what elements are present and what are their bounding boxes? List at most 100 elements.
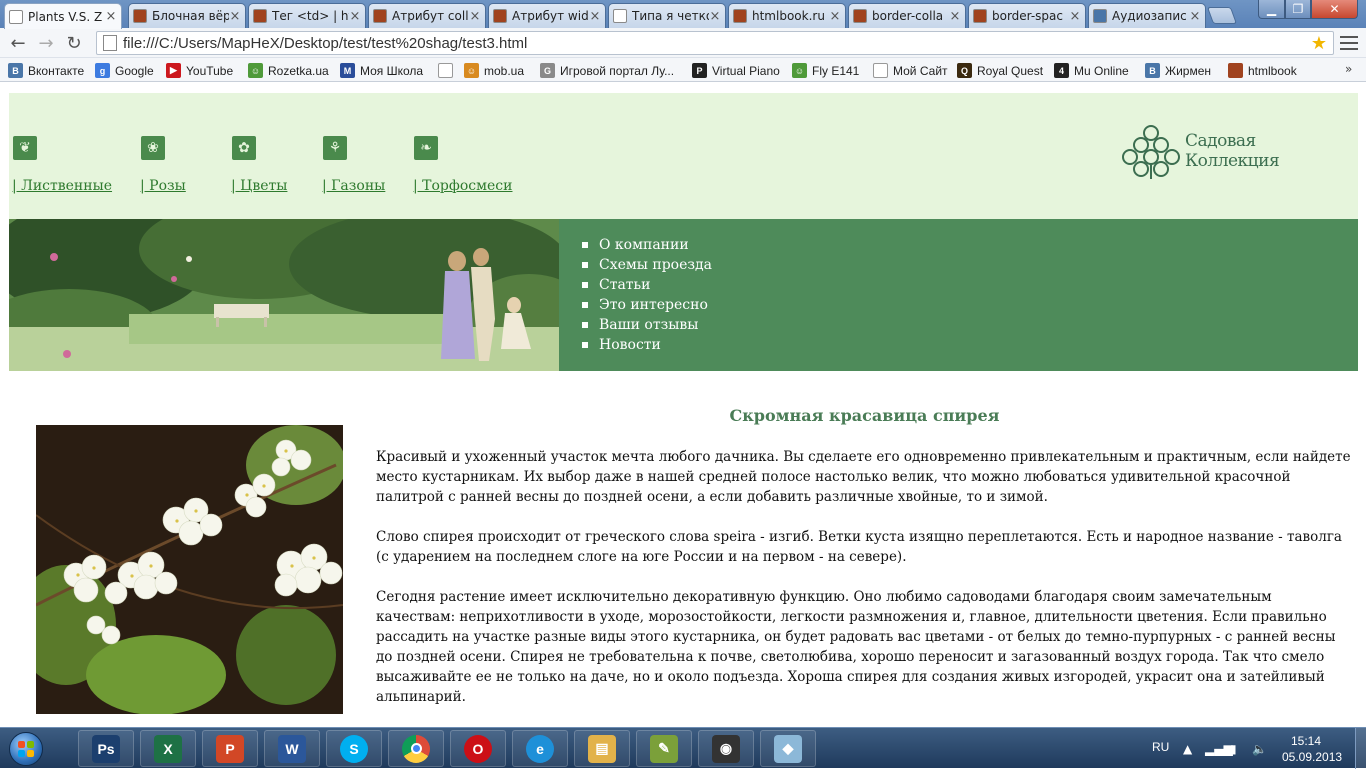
bookmark-item[interactable]: ☺ mob.ua bbox=[464, 62, 524, 79]
browser-tab[interactable]: Блочная вёр × bbox=[128, 3, 246, 28]
taskbar-button-excel[interactable]: X bbox=[140, 730, 196, 767]
taskbar-button-skype[interactable]: S bbox=[326, 730, 382, 767]
start-button[interactable] bbox=[3, 729, 49, 768]
category-item[interactable]: ✿ | Цветы bbox=[231, 136, 287, 194]
window-minimize-button[interactable]: ▁ bbox=[1258, 0, 1285, 19]
browser-tab[interactable]: Plants V.S. Z × bbox=[4, 3, 122, 29]
back-button[interactable]: ← bbox=[8, 33, 28, 54]
tab-title: Атрибут wid bbox=[512, 9, 589, 23]
category-item[interactable]: ❀ | Розы bbox=[140, 136, 186, 194]
taskbar-button-chrome[interactable] bbox=[388, 730, 444, 767]
bookmark-item[interactable]: B Жирмен bbox=[1145, 62, 1211, 79]
bookmark-item[interactable]: G Игровой портал Лу... bbox=[540, 62, 674, 79]
volume-icon[interactable]: 🔈 bbox=[1252, 742, 1267, 756]
system-clock[interactable]: 15:14 05.09.2013 bbox=[1282, 733, 1343, 765]
taskbar-button-app-unknown[interactable]: ◆ bbox=[760, 730, 816, 767]
category-link[interactable]: | Розы bbox=[140, 178, 186, 194]
bookmark-item[interactable]: 4 Mu Online bbox=[1054, 62, 1129, 79]
tab-title: htmlbook.ru bbox=[752, 9, 825, 23]
bookmark-star-icon[interactable]: ★ bbox=[1311, 33, 1327, 54]
bookmark-item[interactable]: g Google bbox=[95, 62, 154, 79]
browser-tab[interactable]: border-spac × bbox=[968, 3, 1086, 28]
bookmark-item[interactable] bbox=[438, 62, 458, 79]
tab-favicon-icon bbox=[253, 9, 267, 23]
tab-close-icon[interactable]: × bbox=[589, 9, 601, 24]
taskbar-button-camera-app[interactable]: ◉ bbox=[698, 730, 754, 767]
taskbar-button-powerpoint[interactable]: P bbox=[202, 730, 258, 767]
network-icon[interactable]: ▂▄▆ bbox=[1205, 742, 1233, 756]
power-icon[interactable]: ▮ bbox=[1230, 742, 1237, 756]
taskbar-button-internet-explorer[interactable]: e bbox=[512, 730, 568, 767]
tab-close-icon[interactable]: × bbox=[949, 9, 961, 24]
muonline-icon: 4 bbox=[1054, 63, 1069, 78]
menu-item[interactable]: О компании bbox=[581, 235, 712, 255]
clock-date: 05.09.2013 bbox=[1282, 750, 1343, 764]
menu-item[interactable]: Статьи bbox=[581, 275, 712, 295]
browser-tab[interactable]: Тег <td> | ht × bbox=[248, 3, 366, 28]
bookmark-item[interactable]: ☺ Rozetka.ua bbox=[248, 62, 329, 79]
forward-button[interactable]: → bbox=[36, 33, 56, 54]
browser-tab[interactable]: Типа я четко × bbox=[608, 3, 726, 28]
bookmark-item[interactable]: M Моя Школа bbox=[340, 62, 423, 79]
tab-close-icon[interactable]: × bbox=[829, 9, 841, 24]
tab-close-icon[interactable]: × bbox=[469, 9, 481, 24]
tab-favicon-icon bbox=[133, 9, 147, 23]
skype-icon: S bbox=[340, 734, 368, 763]
explorer-icon: ▤ bbox=[588, 734, 616, 763]
bookmarks-overflow-button[interactable]: » bbox=[1345, 62, 1352, 76]
bookmark-item[interactable]: Q Royal Quest bbox=[957, 62, 1043, 79]
category-link[interactable]: | Цветы bbox=[231, 178, 287, 194]
category-link[interactable]: | Лиственные bbox=[12, 178, 112, 194]
taskbar-button-notepad-plus[interactable]: ✎ bbox=[636, 730, 692, 767]
category-item[interactable]: ❦ | Лиственные bbox=[12, 136, 112, 194]
bookmark-item[interactable]: B Вконтакте bbox=[8, 62, 84, 79]
menu-item[interactable]: Ваши отзывы bbox=[581, 315, 712, 335]
bookmark-item[interactable]: P Virtual Piano bbox=[692, 62, 780, 79]
menu-item[interactable]: Схемы проезда bbox=[581, 255, 712, 275]
tab-close-icon[interactable]: × bbox=[229, 9, 241, 24]
tray-expand-icon[interactable]: ▲ bbox=[1183, 742, 1192, 756]
royalquest-icon: Q bbox=[957, 63, 972, 78]
taskbar-button-opera[interactable]: O bbox=[450, 730, 506, 767]
menu-icon[interactable] bbox=[1340, 34, 1358, 52]
taskbar-button-explorer[interactable]: ▤ bbox=[574, 730, 630, 767]
menu-item[interactable]: Новости bbox=[581, 335, 712, 355]
menu-item[interactable]: Это интересно bbox=[581, 295, 712, 315]
reload-button[interactable]: ↻ bbox=[64, 33, 84, 54]
language-indicator[interactable]: RU bbox=[1152, 740, 1169, 754]
browser-tab[interactable]: Аудиозапис × bbox=[1088, 3, 1206, 28]
tab-close-icon[interactable]: × bbox=[105, 9, 117, 24]
window-close-button[interactable]: ✕ bbox=[1311, 0, 1358, 19]
taskbar-button-word[interactable]: W bbox=[264, 730, 320, 767]
leaf-branch-icon[interactable]: ❦ bbox=[13, 136, 37, 160]
category-item[interactable]: ⚘ | Газоны bbox=[322, 136, 385, 194]
bookmark-item[interactable]: htmlbook bbox=[1228, 62, 1297, 79]
tab-close-icon[interactable]: × bbox=[709, 9, 721, 24]
category-link[interactable]: | Газоны bbox=[322, 178, 385, 194]
tab-title: border-spac bbox=[992, 9, 1063, 23]
category-link[interactable]: | Торфосмеси bbox=[413, 178, 512, 194]
peat-icon[interactable]: ❧ bbox=[414, 136, 438, 160]
lawn-icon[interactable]: ⚘ bbox=[323, 136, 347, 160]
window-maximize-button[interactable]: ❐ bbox=[1285, 0, 1311, 19]
category-item[interactable]: ❧ | Торфосмеси bbox=[413, 136, 512, 194]
site-logo[interactable]: Садовая Коллекция bbox=[1121, 123, 1343, 179]
bookmark-item[interactable]: Мой Сайт bbox=[873, 62, 948, 79]
url-text[interactable]: file:///C:/Users/MapHeX/Desktop/test/tes… bbox=[123, 35, 1311, 52]
taskbar-button-photoshop[interactable]: Ps bbox=[78, 730, 134, 767]
tab-close-icon[interactable]: × bbox=[1069, 9, 1081, 24]
rose-icon[interactable]: ❀ bbox=[141, 136, 165, 160]
flower-icon[interactable]: ✿ bbox=[232, 136, 256, 160]
show-desktop-button[interactable] bbox=[1355, 728, 1366, 769]
clock-time: 15:14 bbox=[1290, 734, 1322, 748]
bookmark-item[interactable]: ☺ Fly E141 bbox=[792, 62, 859, 79]
browser-tab[interactable]: border-colla × bbox=[848, 3, 966, 28]
browser-tab[interactable]: Атрибут wid × bbox=[488, 3, 606, 28]
tab-close-icon[interactable]: × bbox=[1189, 9, 1201, 24]
rozetka-icon: ☺ bbox=[248, 63, 263, 78]
browser-tab[interactable]: htmlbook.ru × bbox=[728, 3, 846, 28]
bookmark-item[interactable]: ▶ YouTube bbox=[166, 62, 233, 79]
tab-close-icon[interactable]: × bbox=[349, 9, 361, 24]
address-bar[interactable]: file:///C:/Users/MapHeX/Desktop/test/tes… bbox=[96, 31, 1334, 55]
browser-tab[interactable]: Атрибут coll × bbox=[368, 3, 486, 28]
